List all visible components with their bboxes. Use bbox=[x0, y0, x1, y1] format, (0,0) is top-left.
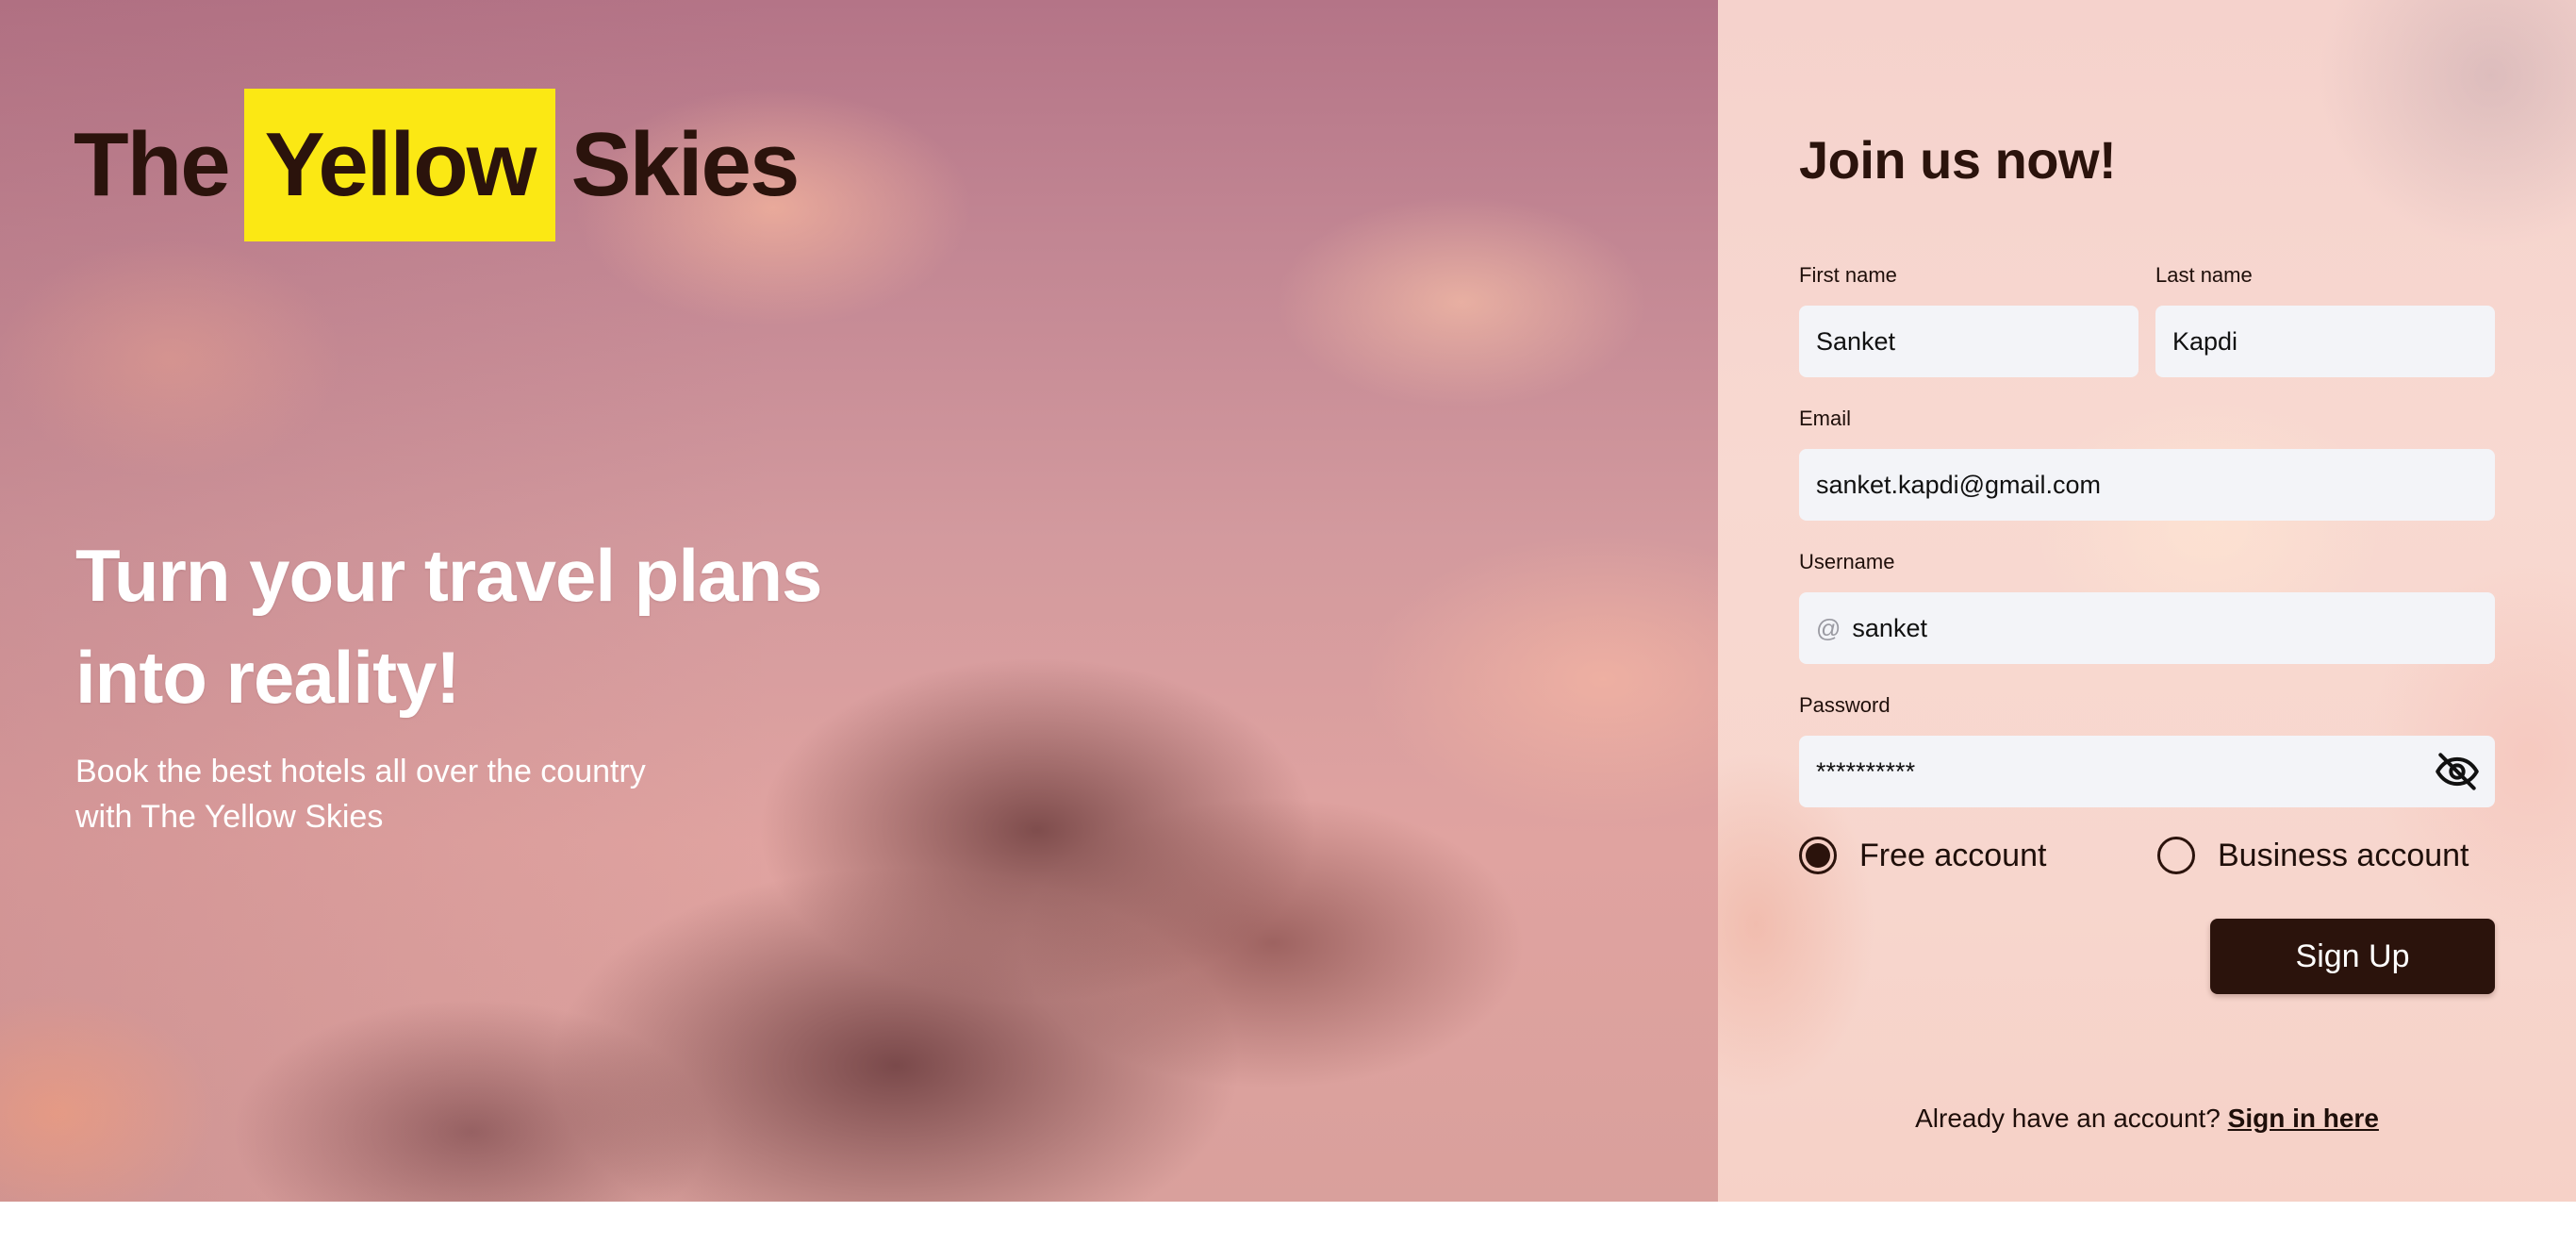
radio-label-business: Business account bbox=[2218, 837, 2469, 873]
radio-business-account[interactable]: Business account bbox=[2157, 830, 2469, 881]
signin-prompt-text: Already have an account? bbox=[1915, 1104, 2221, 1133]
username-input[interactable] bbox=[1852, 592, 2478, 664]
brand-logo[interactable]: The Yellow Skies bbox=[74, 89, 800, 241]
radio-dot bbox=[1806, 843, 1830, 868]
radio-button-free[interactable] bbox=[1799, 837, 1837, 874]
radio-button-business[interactable] bbox=[2157, 837, 2195, 874]
hero-subtext-line2: with The Yellow Skies bbox=[75, 799, 384, 835]
username-field[interactable]: @ bbox=[1799, 592, 2495, 664]
email-label: Email bbox=[1799, 407, 1852, 430]
password-field[interactable] bbox=[1799, 736, 2495, 807]
hero-headline-line1: Turn your travel plans bbox=[75, 534, 822, 617]
username-at-prefix: @ bbox=[1816, 613, 1841, 642]
hero-headline: Turn your travel plans into reality! bbox=[75, 524, 924, 728]
last-name-input[interactable] bbox=[2155, 306, 2495, 377]
form-title: Join us now! bbox=[1799, 130, 2117, 190]
radio-free-account[interactable]: Free account bbox=[1799, 830, 2046, 881]
first-name-label: First name bbox=[1799, 263, 1897, 287]
hero-sky-background: The Yellow Skies Turn your travel plans … bbox=[0, 0, 1718, 1202]
hero-subtext-line1: Book the best hotels all over the countr… bbox=[75, 754, 646, 789]
radio-label-free: Free account bbox=[1859, 837, 2047, 873]
logo-prefix: The bbox=[74, 114, 231, 215]
signup-page: The Yellow Skies Turn your travel plans … bbox=[0, 0, 2576, 1202]
password-input[interactable] bbox=[1816, 736, 2431, 807]
hero-headline-line2: into reality! bbox=[75, 636, 460, 719]
signup-panel: Join us now! First name Last name Email … bbox=[1718, 0, 2576, 1202]
logo-highlight: Yellow bbox=[243, 89, 556, 241]
first-name-input[interactable] bbox=[1799, 306, 2138, 377]
email-input[interactable] bbox=[1799, 449, 2495, 521]
sign-up-button[interactable]: Sign Up bbox=[2210, 919, 2495, 994]
signin-prompt: Already have an account? Sign in here bbox=[1799, 1104, 2495, 1134]
logo-suffix: Skies bbox=[570, 114, 800, 215]
eye-off-icon[interactable] bbox=[2431, 745, 2484, 798]
hero-subtext: Book the best hotels all over the countr… bbox=[75, 749, 735, 839]
sign-in-link[interactable]: Sign in here bbox=[2228, 1104, 2379, 1133]
username-label: Username bbox=[1799, 550, 1895, 573]
password-label: Password bbox=[1799, 693, 1891, 717]
last-name-label: Last name bbox=[2155, 263, 2253, 287]
